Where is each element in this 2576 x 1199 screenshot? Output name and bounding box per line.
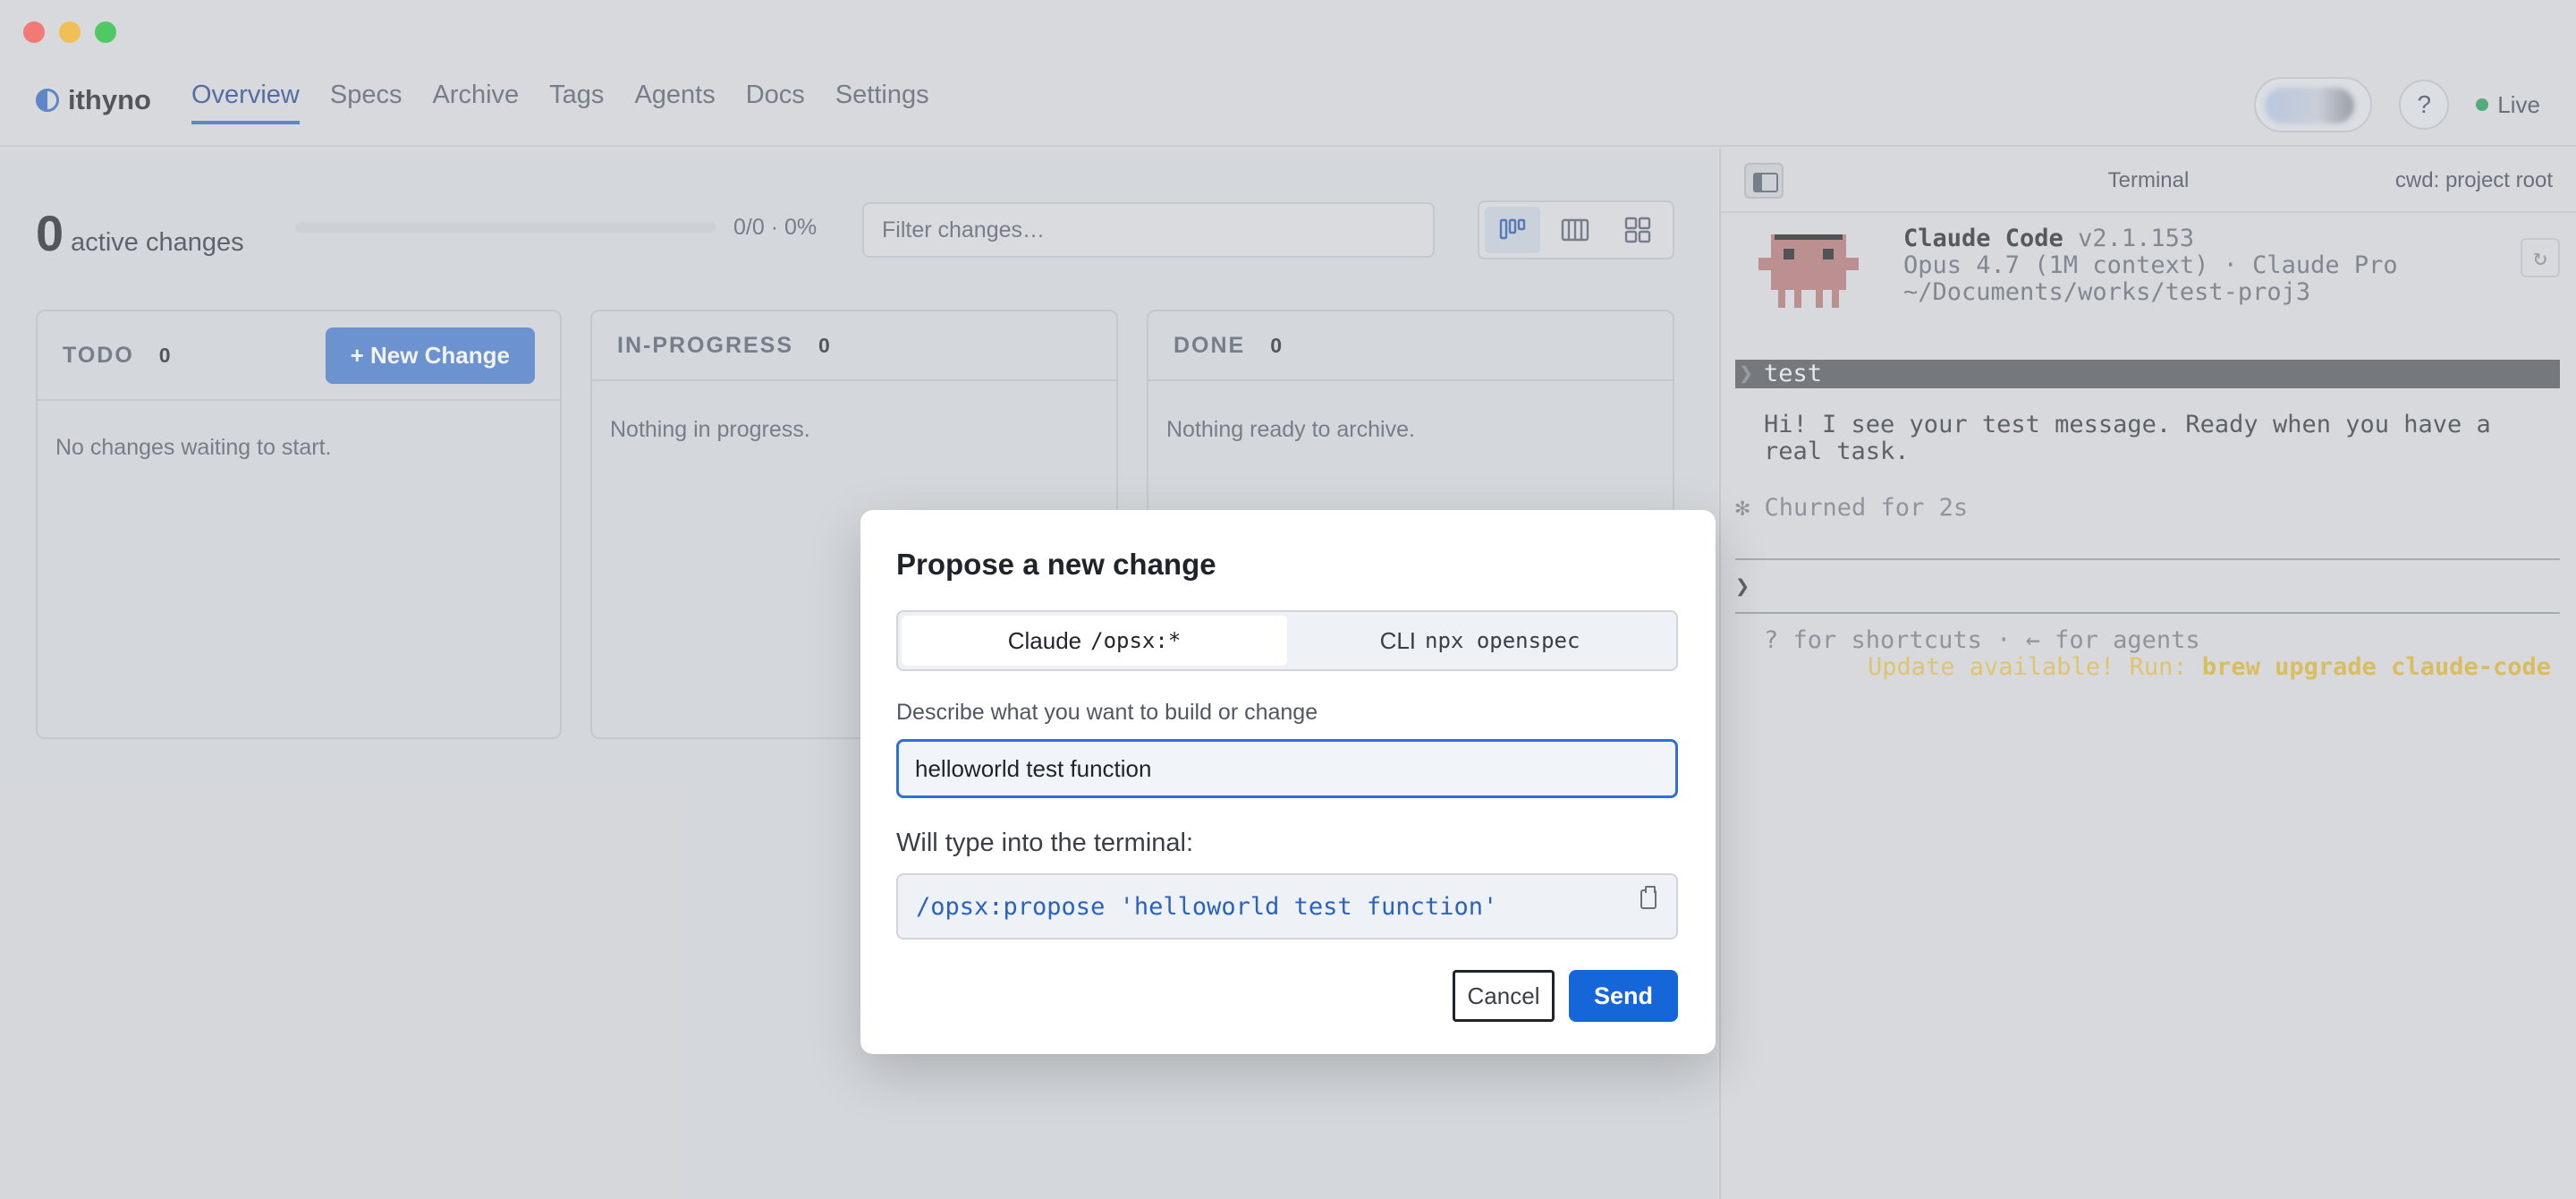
mode-tab-code: /opsx:* (1090, 628, 1182, 653)
propose-change-dialog: Propose a new change Claude /opsx:* CLI … (860, 510, 1716, 1054)
mode-tab-label: Claude (1007, 626, 1082, 654)
preview-label: Will type into the terminal: (896, 829, 1194, 857)
dialog-title: Propose a new change (896, 548, 1216, 581)
mode-tab-cli[interactable]: CLI npx openspec (1287, 616, 1673, 666)
command-preview-text: /opsx:propose 'helloworld test function' (916, 892, 1498, 921)
description-label: Describe what you want to build or chang… (896, 700, 1318, 725)
clipboard-icon[interactable] (1640, 886, 1657, 909)
send-button[interactable]: Send (1569, 970, 1678, 1022)
mode-segmented-control: Claude /opsx:* CLI npx openspec (896, 610, 1678, 671)
command-preview: /opsx:propose 'helloworld test function' (896, 873, 1678, 940)
cancel-button[interactable]: Cancel (1453, 970, 1555, 1022)
mode-tab-code: npx openspec (1425, 628, 1580, 653)
description-input[interactable] (896, 739, 1678, 798)
mode-tab-claude[interactable]: Claude /opsx:* (902, 616, 1287, 666)
mode-tab-label: CLI (1379, 626, 1417, 654)
